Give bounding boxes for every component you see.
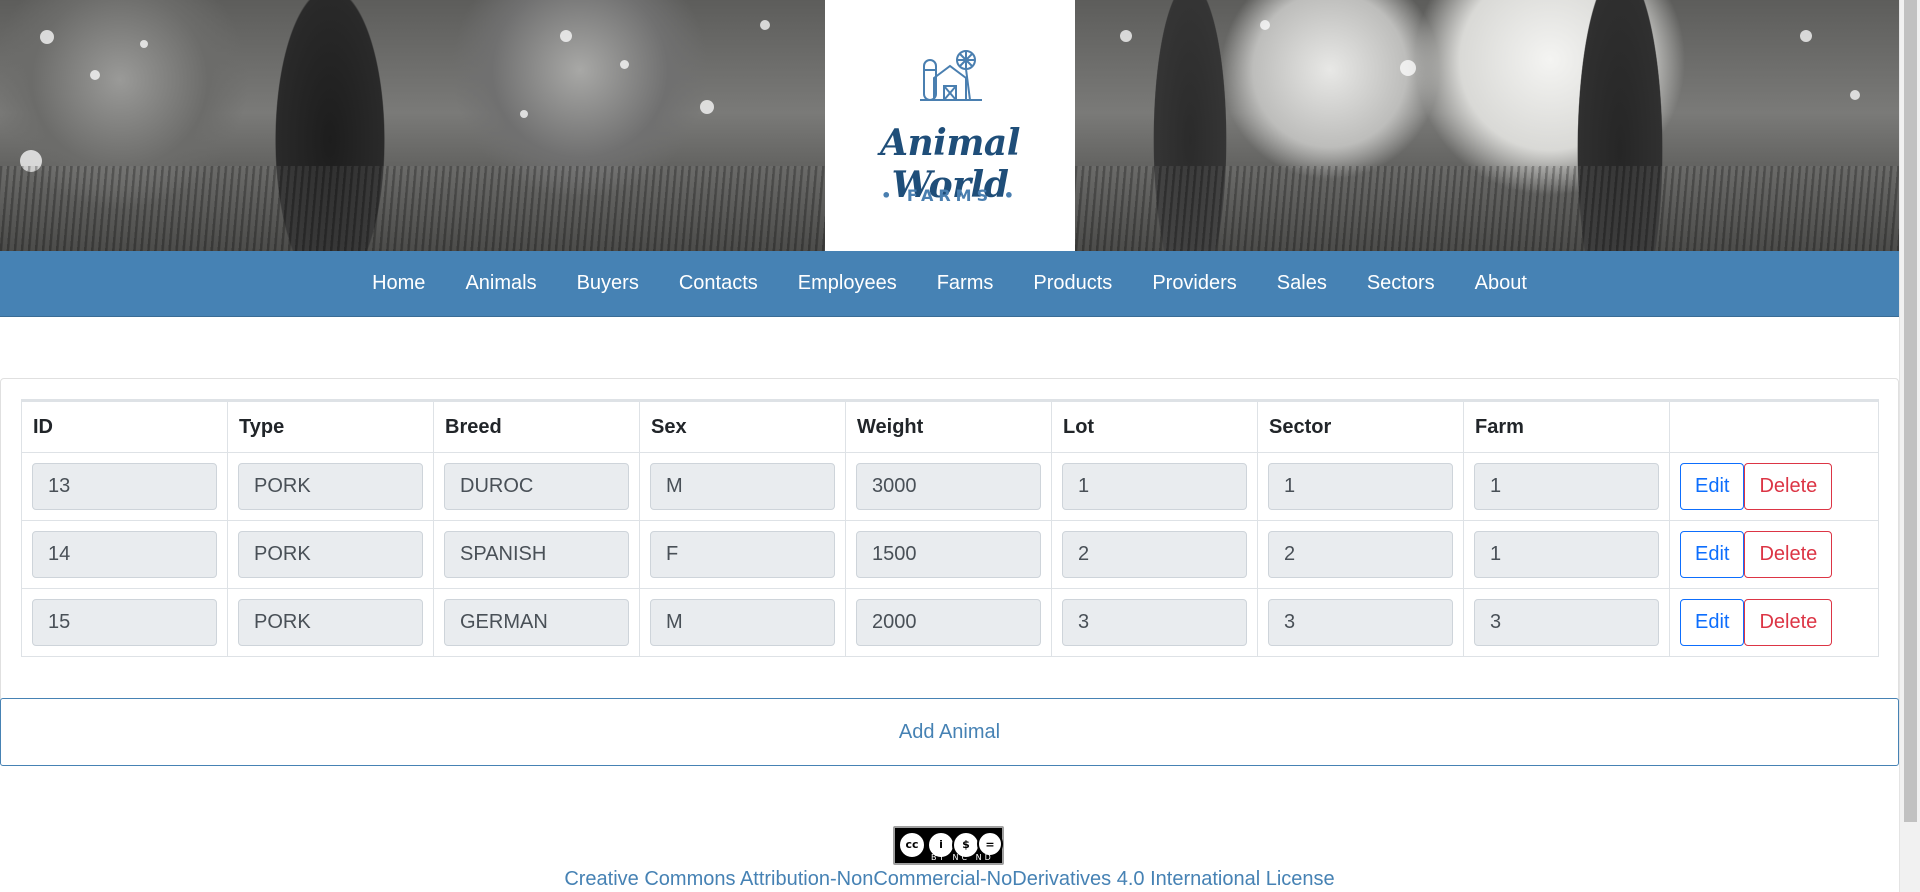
- breed-field[interactable]: SPANISH: [444, 531, 629, 578]
- add-animal-button[interactable]: Add Animal: [0, 698, 1899, 766]
- barn-windmill-icon: [920, 50, 982, 101]
- nav-buyers[interactable]: Buyers: [557, 272, 659, 295]
- lot-field[interactable]: 1: [1062, 463, 1247, 510]
- nav-employees[interactable]: Employees: [778, 272, 917, 295]
- main-navbar: Home Animals Buyers Contacts Employees F…: [0, 251, 1899, 317]
- type-field[interactable]: PORK: [238, 531, 423, 578]
- animals-table: ID Type Breed Sex Weight Lot Sector Farm…: [21, 399, 1879, 657]
- column-header-actions: [1669, 399, 1879, 453]
- id-field[interactable]: 14: [32, 531, 217, 578]
- nav-products[interactable]: Products: [1013, 272, 1132, 295]
- column-header-weight: Weight: [845, 399, 1052, 453]
- logo[interactable]: Animal World • FARMS •: [825, 0, 1075, 251]
- breed-field[interactable]: DUROC: [444, 463, 629, 510]
- page: Animal World • FARMS • Home Animals Buye…: [0, 0, 1920, 892]
- nav-contacts[interactable]: Contacts: [659, 272, 778, 295]
- farm-field[interactable]: 3: [1474, 599, 1659, 646]
- delete-button[interactable]: Delete: [1744, 463, 1833, 510]
- cc-icon: cc: [898, 831, 926, 859]
- content: Animal World • FARMS • Home Animals Buye…: [0, 0, 1899, 892]
- sector-field[interactable]: 3: [1268, 599, 1453, 646]
- vertical-scrollbar[interactable]: [1899, 0, 1920, 892]
- nav-home[interactable]: Home: [352, 272, 445, 295]
- id-field[interactable]: 15: [32, 599, 217, 646]
- table-row: 15 PORK GERMAN M 2000 3 3 3 Edit Delete: [21, 588, 1879, 657]
- delete-button[interactable]: Delete: [1744, 599, 1833, 646]
- column-header-sector: Sector: [1257, 399, 1464, 453]
- edit-button[interactable]: Edit: [1680, 463, 1745, 510]
- id-field[interactable]: 13: [32, 463, 217, 510]
- sex-field[interactable]: M: [650, 463, 835, 510]
- column-header-type: Type: [227, 399, 434, 453]
- logo-subtitle: • FARMS •: [881, 186, 1019, 205]
- column-header-farm: Farm: [1463, 399, 1670, 453]
- edit-button[interactable]: Edit: [1680, 599, 1745, 646]
- table-row: 13 PORK DUROC M 3000 1 1 1 Edit Delete: [21, 452, 1879, 521]
- cc-license-badge[interactable]: cc i $ = BY NC ND: [893, 826, 1004, 865]
- column-header-id: ID: [21, 399, 228, 453]
- scrollbar-thumb[interactable]: [1904, 0, 1917, 822]
- lot-field[interactable]: 2: [1062, 531, 1247, 578]
- type-field[interactable]: PORK: [238, 463, 423, 510]
- sex-field[interactable]: F: [650, 531, 835, 578]
- header-banner: Animal World • FARMS •: [0, 0, 1899, 251]
- nav-about[interactable]: About: [1455, 272, 1547, 295]
- breed-field[interactable]: GERMAN: [444, 599, 629, 646]
- edit-button[interactable]: Edit: [1680, 531, 1745, 578]
- sex-field[interactable]: M: [650, 599, 835, 646]
- nav-sales[interactable]: Sales: [1257, 272, 1347, 295]
- nav-farms[interactable]: Farms: [917, 272, 1014, 295]
- type-field[interactable]: PORK: [238, 599, 423, 646]
- weight-field[interactable]: 1500: [856, 531, 1041, 578]
- weight-field[interactable]: 2000: [856, 599, 1041, 646]
- nav-sectors[interactable]: Sectors: [1347, 272, 1455, 295]
- weight-field[interactable]: 3000: [856, 463, 1041, 510]
- sector-field[interactable]: 2: [1268, 531, 1453, 578]
- column-header-sex: Sex: [639, 399, 846, 453]
- table-header-row: ID Type Breed Sex Weight Lot Sector Farm: [21, 399, 1879, 453]
- cc-badge-labels: BY NC ND: [931, 853, 994, 862]
- delete-button[interactable]: Delete: [1744, 531, 1833, 578]
- lot-field[interactable]: 3: [1062, 599, 1247, 646]
- nav-providers[interactable]: Providers: [1132, 272, 1256, 295]
- nav-animals[interactable]: Animals: [445, 272, 556, 295]
- sector-field[interactable]: 1: [1268, 463, 1453, 510]
- table-row: 14 PORK SPANISH F 1500 2 2 1 Edit Delete: [21, 520, 1879, 589]
- farm-field[interactable]: 1: [1474, 531, 1659, 578]
- farm-field[interactable]: 1: [1474, 463, 1659, 510]
- column-header-breed: Breed: [433, 399, 640, 453]
- column-header-lot: Lot: [1051, 399, 1258, 453]
- license-link[interactable]: Creative Commons Attribution-NonCommerci…: [0, 868, 1899, 891]
